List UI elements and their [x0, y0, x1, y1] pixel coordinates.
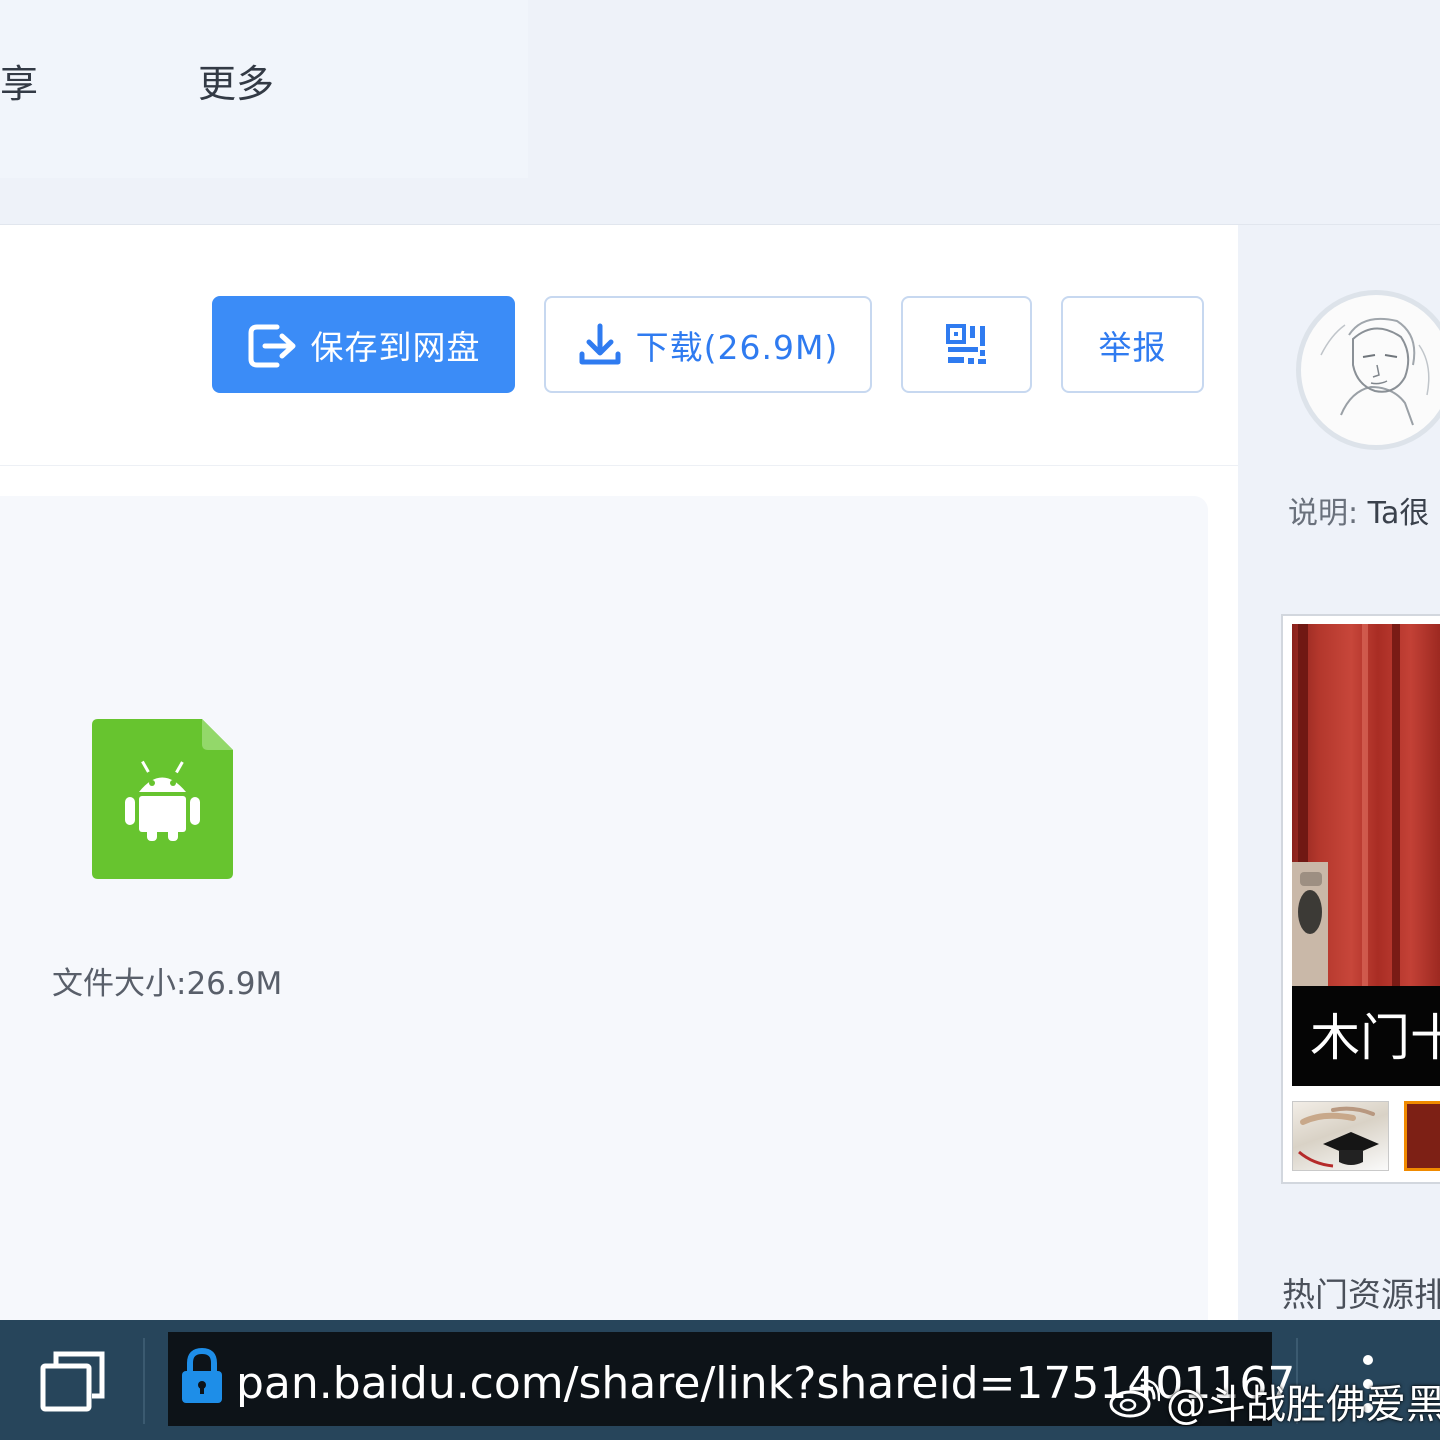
file-preview-area [0, 496, 1208, 1320]
nav-item-share[interactable]: 享 [0, 60, 38, 108]
save-button-label: 保存到网盘 [310, 327, 481, 367]
ad-image-wooden-door[interactable] [1292, 624, 1440, 986]
android-apk-icon[interactable] [92, 719, 233, 879]
description-label: 说明: [1288, 496, 1359, 531]
ad-caption[interactable]: 木门十 [1310, 1008, 1440, 1068]
download-button[interactable]: 下载(26.9M) [544, 296, 872, 393]
save-icon [247, 321, 299, 369]
lock-icon [180, 1347, 224, 1405]
ad-thumbnail-graduation[interactable] [1292, 1101, 1389, 1171]
ad-thumbnail-door[interactable] [1404, 1101, 1440, 1171]
watermark: @斗战胜佛爱黑莓 [1108, 1378, 1440, 1432]
description-value: Ta很 [1367, 496, 1430, 531]
file-size-label: 文件大小:26.9M [52, 966, 283, 1002]
download-button-label: 下载(26.9M) [635, 327, 839, 367]
watermark-text: @斗战胜佛爱黑莓 [1166, 1382, 1440, 1428]
toolbar-divider [0, 465, 1238, 466]
bar-divider [143, 1338, 145, 1424]
share-description: 说明: Ta很 [1288, 494, 1429, 534]
download-icon [578, 322, 622, 368]
weibo-icon [1108, 1378, 1161, 1432]
nav-item-more[interactable]: 更多 [198, 60, 274, 108]
tabs-icon[interactable] [40, 1350, 106, 1412]
hot-resources-title: 热门资源排 [1282, 1275, 1440, 1314]
report-button[interactable]: 举报 [1061, 296, 1204, 393]
report-button-label: 举报 [1098, 327, 1167, 367]
save-to-disk-button[interactable]: 保存到网盘 [212, 296, 515, 393]
qr-code-icon [945, 323, 988, 366]
header-strip [0, 178, 1440, 225]
qr-code-button[interactable] [901, 296, 1032, 393]
